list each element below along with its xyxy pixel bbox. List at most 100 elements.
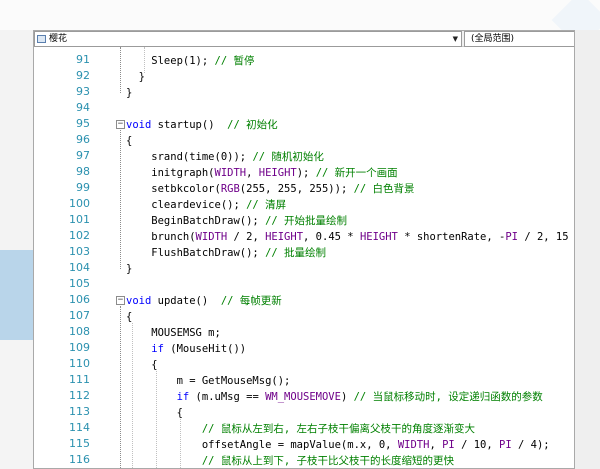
code-keyword: if <box>176 391 190 403</box>
code-line: void update() // 每帧更新 <box>126 293 282 309</box>
outline-line <box>120 306 121 468</box>
line-number: 113 <box>69 405 90 418</box>
code-comment: // 每帧更新 <box>220 295 282 307</box>
code-token: ); <box>296 167 316 179</box>
code-line: m = GetMouseMsg(); <box>126 373 291 389</box>
navigation-bar: 樱花 ▼ (全局范围) <box>34 31 574 47</box>
line-number: 99 <box>76 181 90 194</box>
indent-guide <box>132 323 133 468</box>
member-dropdown-value: (全局范围) <box>471 34 515 44</box>
code-token: / 2, <box>227 231 266 243</box>
code-comment: // 批量绘制 <box>265 247 327 259</box>
code-token: , <box>246 167 259 179</box>
line-number: 91 <box>76 53 90 66</box>
code-comment: // 新开一个画面 <box>315 167 398 179</box>
line-number: 108 <box>69 325 90 338</box>
line-number: 106 <box>69 293 90 306</box>
line-number: 100 <box>69 197 90 210</box>
line-number: 111 <box>69 373 90 386</box>
code-token: } <box>126 71 145 83</box>
code-token: brunch( <box>126 231 196 243</box>
code-macro: PI <box>505 231 518 243</box>
code-line: void startup() // 初始化 <box>126 117 278 133</box>
code-line: } <box>126 85 132 101</box>
code-line: cleardevice(); // 清屏 <box>126 197 286 213</box>
code-line: { <box>126 405 183 421</box>
project-icon <box>37 35 46 43</box>
code-macro: HEIGHT <box>359 231 398 243</box>
code-token: { <box>126 407 183 419</box>
code-line: offsetAngle = mapValue(m.x, 0, WIDTH, PI… <box>126 437 550 453</box>
line-number: 103 <box>69 245 90 258</box>
code-token: setbkcolor( <box>126 183 221 195</box>
indent-guide <box>180 419 181 468</box>
code-line: setbkcolor(RGB(255, 255, 255)); // 白色背景 <box>126 181 415 197</box>
code-line: BeginBatchDraw(); // 开始批量绘制 <box>126 213 347 229</box>
fold-collapse-icon[interactable]: − <box>116 296 125 305</box>
code-line: MOUSEMSG m; <box>126 325 221 341</box>
code-token: (MouseHit()) <box>163 343 247 355</box>
code-line: srand(time(0)); // 随机初始化 <box>126 149 324 165</box>
code-token: ) <box>340 391 354 403</box>
indent-guide <box>156 371 157 468</box>
code-token: Sleep(1); <box>126 55 215 67</box>
slide-background-left <box>0 340 34 469</box>
line-number: 116 <box>69 453 90 466</box>
code-editor[interactable]: 樱花 ▼ (全局范围) 91 92 93 94 95 96 97 98 99 100 101 102 1… <box>33 30 575 469</box>
code-token: (m.uMsg == <box>189 391 266 403</box>
code-line: { <box>126 357 158 373</box>
member-dropdown[interactable]: (全局范围) <box>464 31 574 47</box>
code-keyword: void <box>126 119 152 131</box>
code-comment: // 清屏 <box>246 199 287 211</box>
code-line: FlushBatchDraw(); // 批量绘制 <box>126 245 326 261</box>
scope-dropdown[interactable]: 樱花 ▼ <box>34 31 462 47</box>
code-line: // 鼠标从上到下, 子枝干比父枝干的长度缩短的更快 <box>126 453 454 468</box>
code-line: { <box>126 133 132 149</box>
code-comment: // 鼠标从左到右, 左右子枝干偏离父枝干的角度逐渐变大 <box>201 423 475 435</box>
code-comment: // 鼠标从上到下, 子枝干比父枝干的长度缩短的更快 <box>201 455 454 467</box>
code-macro: WIDTH <box>195 231 228 243</box>
code-token: { <box>126 311 133 323</box>
code-token: / 10, <box>454 439 500 451</box>
code-comment: // 随机初始化 <box>252 151 324 163</box>
line-number: 97 <box>76 149 90 162</box>
code-line: // 鼠标从左到右, 左右子枝干偏离父枝干的角度逐渐变大 <box>126 421 475 437</box>
code-macro: WM_MOUSEMOVE <box>265 391 341 403</box>
code-macro: HEIGHT <box>258 167 297 179</box>
chevron-down-icon[interactable]: ▼ <box>453 32 458 46</box>
code-line: if (MouseHit()) <box>126 341 246 357</box>
code-keyword: void <box>126 295 152 307</box>
code-macro: PI <box>499 439 512 451</box>
line-number: 101 <box>69 213 90 226</box>
code-token: , <box>429 439 443 451</box>
line-number: 96 <box>76 133 90 146</box>
code-comment: // 暂停 <box>214 55 255 67</box>
line-number: 94 <box>76 101 90 114</box>
code-comment: // 白色背景 <box>353 183 415 195</box>
code-token: m = GetMouseMsg(); <box>126 375 291 387</box>
code-keyword: if <box>151 343 164 355</box>
slide-background-top <box>0 0 600 30</box>
line-number: 105 <box>69 277 90 290</box>
outline-line <box>120 130 121 269</box>
code-token: srand(time(0)); <box>126 151 253 163</box>
code-comment: // 当鼠标移动时, 设定递归函数的参数 <box>353 391 543 403</box>
code-comment: // 初始化 <box>227 119 278 131</box>
fold-collapse-icon[interactable]: − <box>116 120 125 129</box>
code-line: } <box>126 69 145 85</box>
code-line: Sleep(1); // 暂停 <box>126 53 254 69</box>
line-number: 102 <box>69 229 90 242</box>
code-token: { <box>126 135 133 147</box>
code-macro: HEIGHT <box>265 231 304 243</box>
code-token: } <box>126 87 133 99</box>
code-token: offsetAngle = mapValue(m.x, 0, <box>126 439 398 451</box>
code-token: , 0.45 * <box>303 231 360 243</box>
code-token: * shortenRate, - <box>397 231 506 243</box>
line-number: 109 <box>69 341 90 354</box>
code-token: { <box>126 359 158 371</box>
code-line: } <box>126 261 132 277</box>
indent-guide <box>144 47 145 73</box>
